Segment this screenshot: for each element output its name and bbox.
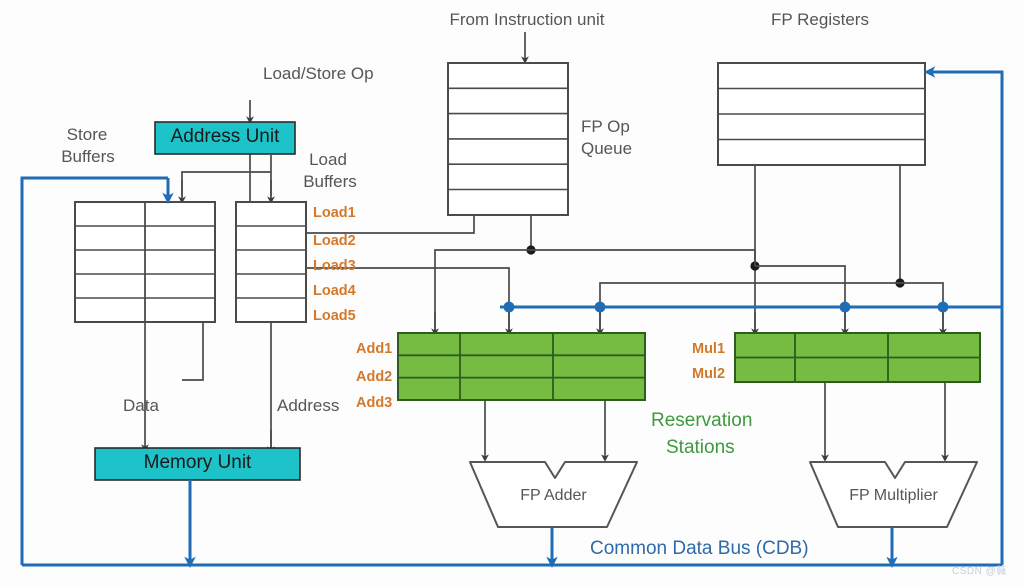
add-reservation-station-box (397, 332, 646, 401)
wire-storebuffer-right-elbow (182, 322, 204, 381)
label-reservation-stations-line1: Reservation (651, 410, 753, 431)
wire-fpreg-to-mul-col2 (755, 265, 846, 330)
cdb-dot-2 (594, 301, 606, 313)
label-data: Data (123, 396, 159, 415)
fp-adder-label: FP Adder (520, 487, 587, 504)
memory-unit-label: Memory Unit (143, 452, 252, 473)
address-unit-label: Address Unit (170, 126, 280, 147)
fp-registers-box (717, 62, 926, 166)
label-from-instruction-unit: From Instruction unit (449, 10, 605, 29)
cdb-dot-3 (839, 301, 851, 313)
store-buffers-box (74, 201, 216, 323)
watermark-label: CSDN @薇 (952, 566, 1007, 577)
mul-rs-row-label-1: Mul1 (692, 341, 726, 357)
label-store-buffers-line1: Store (66, 125, 108, 144)
label-common-data-bus: Common Data Bus (CDB) (590, 538, 809, 559)
fp-op-queue-box (447, 62, 569, 216)
load-buffers-box (235, 201, 307, 323)
load-buffer-row-label-4: Load4 (313, 283, 356, 299)
wire-queue-to-mul-col1 (531, 249, 756, 330)
load-buffer-row-label-1: Load1 (313, 205, 356, 221)
wire-addressunit-to-storebuffer (181, 171, 271, 196)
label-load-store-op: Load/Store Op (263, 64, 374, 83)
mul-rs-row-label-2: Mul2 (692, 366, 726, 382)
load-buffer-row-label-2: Load2 (313, 233, 356, 249)
label-load-buffers-line1: Load (309, 150, 347, 169)
label-address: Address (277, 396, 340, 415)
mul-reservation-station-box (734, 332, 981, 383)
wire-queue-to-add-col1 (434, 249, 531, 330)
load-buffer-row-label-3: Load3 (313, 258, 356, 274)
label-fp-registers: FP Registers (771, 10, 869, 29)
fp-multiplier-label: FP Multiplier (849, 487, 938, 504)
add-rs-row-label-2: Add2 (356, 369, 393, 385)
add-rs-row-label-1: Add1 (356, 341, 393, 357)
cdb-dot-1 (503, 301, 515, 313)
label-store-buffers-line2: Buffers (61, 147, 115, 166)
load-buffer-row-label-5: Load5 (313, 308, 356, 324)
add-rs-row-label-3: Add3 (356, 395, 393, 411)
cdb-dot-4 (937, 301, 949, 313)
tomasulo-architecture-diagram: From Instruction unit FP Registers Load/… (0, 0, 1024, 587)
label-reservation-stations-line2: Stations (666, 437, 735, 458)
label-fp-op-queue-line2: Queue (581, 139, 633, 158)
label-fp-op-queue-line1: FP Op (581, 117, 630, 136)
label-load-buffers-line2: Buffers (303, 172, 357, 191)
